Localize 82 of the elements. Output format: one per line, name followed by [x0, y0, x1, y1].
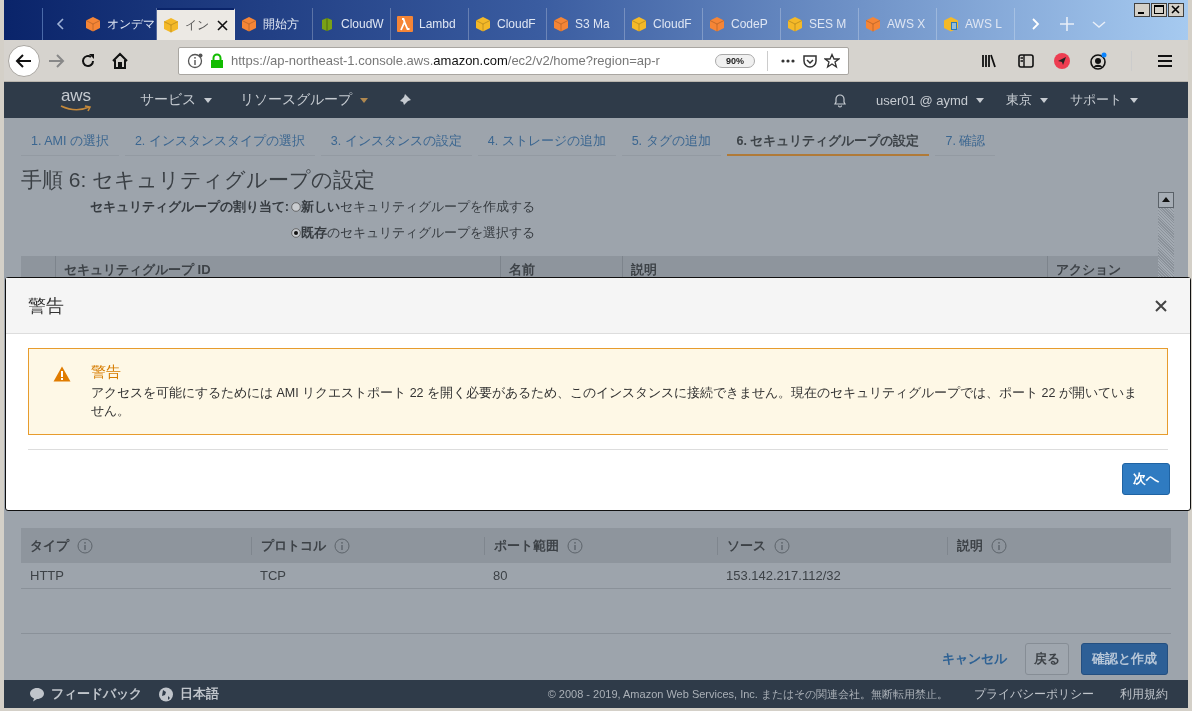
- assign-label: セキュリティグループの割り当て:: [88, 198, 290, 216]
- warning-icon: [53, 366, 71, 382]
- wizard-step-tab[interactable]: 4. ストレージの追加: [477, 128, 616, 156]
- support-menu[interactable]: サポート: [1070, 91, 1122, 109]
- account-icon[interactable]: [1089, 51, 1107, 70]
- caret-icon: [976, 97, 984, 103]
- caret-icon: [204, 97, 212, 103]
- speech-bubble-icon: [29, 686, 45, 702]
- column-header: 説明: [957, 536, 983, 555]
- cube-icon: [865, 16, 881, 32]
- cube-icon: [85, 16, 101, 32]
- cube-icon: [475, 16, 491, 32]
- aws-logo[interactable]: aws: [60, 88, 92, 104]
- lambda-icon: [397, 16, 413, 32]
- maximize-icon[interactable]: [1151, 3, 1167, 17]
- close-icon[interactable]: [1168, 3, 1184, 17]
- zoom-badge[interactable]: 90%: [715, 53, 755, 68]
- cancel-link[interactable]: キャンセル: [936, 649, 1013, 669]
- column-header: プロトコル: [261, 536, 326, 555]
- language-link[interactable]: 日本語: [180, 685, 219, 703]
- nav-menu[interactable]: サービス: [140, 91, 196, 109]
- arrow-left-icon: [15, 51, 33, 70]
- footer-link[interactable]: プライバシーポリシー: [974, 685, 1094, 703]
- close-icon[interactable]: [1154, 298, 1168, 313]
- wizard-step-tab[interactable]: 2. インスタンスタイプの選択: [124, 128, 315, 156]
- dialog-title: 警告: [28, 294, 64, 318]
- bell-icon[interactable]: [832, 92, 849, 108]
- caret-icon: [1040, 97, 1048, 103]
- alert-heading: 警告: [91, 363, 122, 382]
- extension-icon[interactable]: [1053, 51, 1071, 70]
- region-menu[interactable]: 東京: [1006, 91, 1032, 109]
- radio-label[interactable]: 既存のセキュリティグループを選択する: [301, 224, 535, 242]
- footer-link[interactable]: 利用規約: [1120, 685, 1168, 703]
- caret-icon: [360, 97, 368, 103]
- pocket-icon[interactable]: [802, 52, 818, 69]
- wizard-step-tab[interactable]: 6. セキュリティグループの設定: [726, 128, 930, 156]
- browser-tab[interactable]: イン: [157, 8, 235, 40]
- wizard-step-tab[interactable]: 7. 確認: [935, 128, 996, 156]
- home-icon[interactable]: [111, 51, 129, 70]
- page-title: 手順 6: セキュリティグループの設定: [21, 167, 377, 193]
- back-button[interactable]: [8, 44, 40, 77]
- column-header: タイプ: [30, 536, 69, 555]
- review-create-button[interactable]: 確認と作成: [1081, 643, 1168, 675]
- table-cell-text: 153.142.217.112/32: [725, 568, 842, 583]
- wizard-step-tab[interactable]: 1. AMI の選択: [21, 128, 119, 156]
- scroll-up-icon[interactable]: [1158, 192, 1174, 208]
- alert-message: アクセスを可能にするためには AMI リクエストポート 22 を開く必要があるため、このインスタンスに接続できません。現在のセキュリティグループでは、ポート 22 が開いていません。: [91, 385, 1138, 420]
- caret-icon: [1130, 97, 1138, 103]
- address-field[interactable]: https://ap-northeast-1.console.aws.amazon.com/ec2/v2/home?region=ap-r 90%: [178, 46, 849, 75]
- cube-icon: [631, 16, 647, 32]
- radio-button[interactable]: [291, 202, 301, 212]
- cube-icon: [163, 17, 179, 33]
- smile-arrow-icon: [59, 104, 93, 112]
- back-button[interactable]: 戻る: [1025, 643, 1069, 675]
- radio-button[interactable]: [291, 228, 301, 238]
- table-cell-text: HTTP: [29, 568, 65, 583]
- copyright-text: © 2008 - 2019, Amazon Web Services, Inc. またはその関連会社。無断転用禁止。: [547, 686, 948, 702]
- reload-icon[interactable]: [79, 51, 97, 70]
- next-button[interactable]: 次へ: [1122, 463, 1170, 495]
- cube-icon: [241, 16, 257, 32]
- minimize-icon[interactable]: [1134, 3, 1150, 17]
- cube-icon: [787, 16, 803, 32]
- close-icon[interactable]: [217, 19, 228, 31]
- feedback-link[interactable]: フィードバック: [51, 685, 142, 703]
- star-icon[interactable]: [824, 52, 840, 69]
- table-cell-text: 80: [492, 568, 509, 583]
- user-menu[interactable]: user01 @ aymd: [876, 92, 968, 108]
- wizard-step-tab[interactable]: 5. タグの追加: [621, 128, 721, 156]
- cloud-stack-icon: [319, 16, 335, 32]
- wizard-step-tab[interactable]: 3. インスタンスの設定: [320, 128, 472, 156]
- column-header: ポート範囲: [494, 536, 559, 555]
- cube-doc-icon: [943, 16, 959, 32]
- info-icon[interactable]: [187, 52, 203, 69]
- cube-icon: [709, 16, 725, 32]
- table-cell-text: TCP: [259, 568, 287, 583]
- globe-icon: [158, 686, 174, 702]
- cube-icon: [553, 16, 569, 32]
- radio-label[interactable]: 新しいセキュリティグループを作成する: [301, 198, 535, 216]
- lock-icon: [209, 52, 225, 69]
- nav-menu[interactable]: リソースグループ: [240, 91, 352, 109]
- column-header: ソース: [727, 536, 766, 555]
- sidebar-icon[interactable]: [1017, 51, 1035, 70]
